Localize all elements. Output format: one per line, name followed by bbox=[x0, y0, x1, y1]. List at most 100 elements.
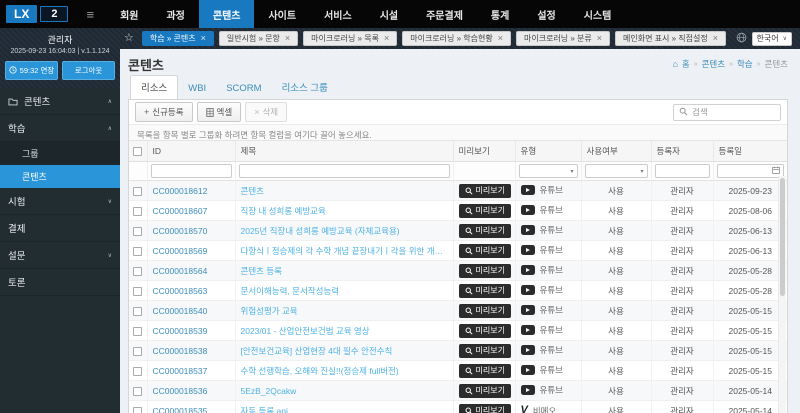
preview-button[interactable]: 미리보기 bbox=[459, 324, 511, 338]
sidebar-subitem-1-0[interactable]: 그룹 bbox=[0, 142, 120, 165]
tab-item-1[interactable]: 일반시험 » 문항× bbox=[219, 31, 298, 46]
filter-date-input[interactable] bbox=[717, 164, 785, 178]
row-checkbox[interactable] bbox=[133, 367, 142, 376]
tab-close-icon[interactable]: × bbox=[597, 34, 602, 43]
breadcrumb-learning[interactable]: 학습 bbox=[737, 58, 753, 70]
tab-close-icon[interactable]: × bbox=[713, 34, 718, 43]
row-checkbox[interactable] bbox=[133, 387, 142, 396]
preview-button[interactable]: 미리보기 bbox=[459, 384, 511, 398]
app-logo[interactable]: LX 2 bbox=[0, 0, 74, 28]
favorite-star-icon[interactable]: ☆ bbox=[124, 33, 134, 44]
row-id-link[interactable]: CC000018538 bbox=[153, 346, 208, 356]
preview-button[interactable]: 미리보기 bbox=[459, 344, 511, 358]
filter-registrant-input[interactable] bbox=[655, 164, 710, 178]
breadcrumb-home[interactable]: 홈 bbox=[682, 58, 690, 70]
row-id-link[interactable]: CC000018607 bbox=[153, 206, 208, 216]
filter-id-input[interactable] bbox=[151, 164, 232, 178]
row-checkbox[interactable] bbox=[133, 327, 142, 336]
select-all-checkbox[interactable] bbox=[133, 147, 142, 156]
tab-close-icon[interactable]: × bbox=[285, 34, 290, 43]
row-checkbox[interactable] bbox=[133, 347, 142, 356]
row-title-link[interactable]: [안전보건교육] 산업현장 4대 필수 안전수칙 bbox=[241, 345, 448, 357]
tab-item-3[interactable]: 마이크로러닝 » 학습현황× bbox=[402, 31, 511, 46]
nav-item-7[interactable]: 통계 bbox=[477, 0, 523, 28]
preview-button[interactable]: 미리보기 bbox=[459, 284, 511, 298]
sidebar-item-3[interactable]: 결제 bbox=[0, 215, 120, 242]
tab-close-icon[interactable]: × bbox=[498, 34, 503, 43]
row-checkbox[interactable] bbox=[133, 207, 142, 216]
row-checkbox[interactable] bbox=[133, 247, 142, 256]
row-title-link[interactable]: 자동 등록 api bbox=[241, 405, 448, 413]
search-input[interactable] bbox=[692, 107, 775, 117]
column-header-preview[interactable]: 미리보기 bbox=[453, 141, 515, 162]
tab-close-icon[interactable]: × bbox=[384, 34, 389, 43]
row-checkbox[interactable] bbox=[133, 187, 142, 196]
nav-item-2[interactable]: 콘텐츠 bbox=[199, 0, 255, 28]
row-checkbox[interactable] bbox=[133, 407, 142, 413]
hamburger-menu-icon[interactable]: ≡ bbox=[74, 0, 106, 28]
row-id-link[interactable]: CC000018563 bbox=[153, 286, 208, 296]
row-checkbox[interactable] bbox=[133, 227, 142, 236]
preview-button[interactable]: 미리보기 bbox=[459, 184, 511, 198]
preview-button[interactable]: 미리보기 bbox=[459, 264, 511, 278]
tab-scorm[interactable]: SCORM bbox=[216, 79, 271, 99]
row-id-link[interactable]: CC000018570 bbox=[153, 226, 208, 236]
row-title-link[interactable]: 콘텐츠 등록 bbox=[241, 265, 448, 277]
tab-item-5[interactable]: 메인화면 표시 » 직접설정× bbox=[615, 31, 726, 46]
tab-resource-group[interactable]: 리소스 그룹 bbox=[272, 76, 338, 99]
nav-item-0[interactable]: 회원 bbox=[106, 0, 152, 28]
sidebar-item-2[interactable]: 시험∨ bbox=[0, 188, 120, 215]
tab-item-4[interactable]: 마이크로러닝 » 분류× bbox=[516, 31, 610, 46]
tab-wbi[interactable]: WBI bbox=[178, 79, 216, 99]
column-header-registrant[interactable]: 등록자 bbox=[651, 141, 713, 162]
nav-item-1[interactable]: 과정 bbox=[152, 0, 198, 28]
session-extend-button[interactable]: 59:32 연장 bbox=[5, 61, 58, 80]
sidebar-item-1[interactable]: 학습∧ bbox=[0, 115, 120, 142]
excel-button[interactable]: 엑셀 bbox=[197, 102, 242, 122]
row-title-link[interactable]: 문서이해능력, 문서작성능력 bbox=[241, 285, 448, 297]
row-id-link[interactable]: CC000018536 bbox=[153, 386, 208, 396]
tab-item-0[interactable]: 학습 » 콘텐츠× bbox=[142, 31, 214, 46]
filter-use-select[interactable]: ▾ bbox=[585, 164, 648, 178]
column-header-id[interactable]: ID bbox=[147, 141, 235, 162]
row-checkbox[interactable] bbox=[133, 287, 142, 296]
sidebar-item-5[interactable]: 토론 bbox=[0, 269, 120, 296]
preview-button[interactable]: 미리보기 bbox=[459, 404, 511, 413]
filter-title-input[interactable] bbox=[239, 164, 450, 178]
language-select[interactable]: 한국어 ∨ bbox=[752, 32, 793, 46]
sidebar-subitem-1-1[interactable]: 콘텐츠 bbox=[0, 165, 120, 188]
row-title-link[interactable]: 위험성평가 교육 bbox=[241, 305, 448, 317]
preview-button[interactable]: 미리보기 bbox=[459, 224, 511, 238]
grid-scrollbar[interactable] bbox=[778, 176, 786, 413]
preview-button[interactable]: 미리보기 bbox=[459, 244, 511, 258]
breadcrumb-contents[interactable]: 콘텐츠 bbox=[702, 58, 725, 70]
row-id-link[interactable]: CC000018612 bbox=[153, 186, 208, 196]
tab-resource[interactable]: 리소스 bbox=[130, 75, 178, 100]
row-title-link[interactable]: 수학 선행학습, 오해와 진실!!(정승제 full버전) bbox=[241, 365, 448, 377]
row-title-link[interactable]: 2023/01 - 산업안전보건법 교육 영상 bbox=[241, 325, 448, 337]
sidebar-item-0[interactable]: 콘텐츠∧ bbox=[0, 88, 120, 115]
filter-date-text[interactable] bbox=[721, 167, 771, 176]
tab-close-icon[interactable]: × bbox=[201, 34, 206, 43]
column-header-date[interactable]: 등록일 bbox=[713, 141, 787, 162]
new-register-button[interactable]: + 신규등록 bbox=[135, 102, 193, 122]
tab-item-2[interactable]: 마이크로러닝 » 목록× bbox=[303, 31, 397, 46]
sidebar-item-4[interactable]: 설문∨ bbox=[0, 242, 120, 269]
row-id-link[interactable]: CC000018569 bbox=[153, 246, 208, 256]
row-checkbox[interactable] bbox=[133, 307, 142, 316]
column-header-title[interactable]: 제목 bbox=[235, 141, 453, 162]
delete-button[interactable]: × 삭제 bbox=[245, 102, 287, 122]
nav-item-5[interactable]: 시설 bbox=[366, 0, 412, 28]
row-id-link[interactable]: CC000018539 bbox=[153, 326, 208, 336]
nav-item-9[interactable]: 시스템 bbox=[570, 0, 626, 28]
row-title-link[interactable]: 2025년 직장내 성희롱 예방교육 (자체교육용) bbox=[241, 225, 448, 237]
row-title-link[interactable]: 5EzB_2Qcakw bbox=[241, 386, 448, 396]
row-id-link[interactable]: CC000018540 bbox=[153, 306, 208, 316]
row-title-link[interactable]: 다항식ㅣ정승제의 각 수학 개념 끝장내기ㅣ각을 위한 개념강의 bbox=[241, 245, 448, 257]
logout-button[interactable]: 로그아웃 bbox=[62, 61, 115, 80]
row-id-link[interactable]: CC000018535 bbox=[153, 406, 208, 413]
grid-scrollbar-thumb[interactable] bbox=[780, 178, 785, 296]
row-id-link[interactable]: CC000018564 bbox=[153, 266, 208, 276]
preview-button[interactable]: 미리보기 bbox=[459, 364, 511, 378]
preview-button[interactable]: 미리보기 bbox=[459, 204, 511, 218]
